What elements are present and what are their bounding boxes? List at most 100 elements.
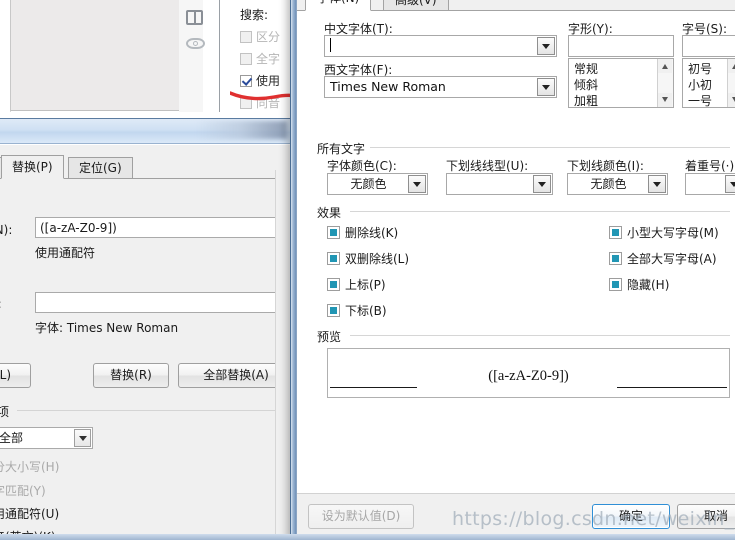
- font-style-listbox[interactable]: 常规 倾斜 加粗: [568, 58, 674, 108]
- background-option-label: 使用: [256, 74, 281, 88]
- window-bottom-edge: [0, 534, 735, 540]
- find-what-label: 容(N):: [0, 223, 13, 237]
- effects-group-title: 效果: [317, 204, 347, 221]
- replace-with-note: 字体: Times New Roman: [35, 321, 179, 335]
- checkbox-subscript[interactable]: 下标(B): [327, 302, 387, 319]
- font-dialog-tabstrip: 字体(N) 高级(V): [297, 0, 735, 11]
- underline-color-combo[interactable]: 无颜色: [567, 173, 668, 195]
- tab-goto[interactable]: 定位(G): [68, 157, 133, 178]
- effects-group-rule: [350, 211, 730, 212]
- emphasis-mark-combo[interactable]: [685, 173, 735, 195]
- tab-font[interactable]: 字体(N): [305, 0, 372, 11]
- option-match-case[interactable]: 分大小写(H): [0, 458, 59, 475]
- find-replace-body: 替换(P) 定位(G) 容(N): ([a-zA-Z0-9]) 使用通配符 ):…: [0, 144, 291, 539]
- font-dialog-inner: 字体(N) 高级(V) 中文字体(T): 西文字体(F): Times New …: [296, 0, 735, 539]
- chinese-font-input[interactable]: [324, 35, 557, 57]
- checkbox-sounds-like[interactable]: [240, 96, 252, 109]
- find-what-input[interactable]: ([a-zA-Z0-9]): [35, 217, 291, 238]
- cancel-button[interactable]: 取消: [677, 504, 735, 529]
- checkbox-indicator[interactable]: [609, 226, 622, 239]
- font-dialog-content: 字体(N) 高级(V) 中文字体(T): 西文字体(F): Times New …: [297, 0, 735, 539]
- set-as-default-button[interactable]: 设为默认值(D): [308, 504, 414, 529]
- less-button[interactable]: 少(L): [0, 363, 31, 388]
- checkbox-small-caps[interactable]: 小型大写字母(M): [609, 224, 719, 241]
- scroll-up-icon[interactable]: [728, 59, 735, 73]
- preview-left-rule: [330, 387, 417, 388]
- background-app-window: 搜索: 区分 全字 使用 同音: [0, 0, 293, 122]
- split-panel-icon[interactable]: [186, 10, 203, 25]
- replace-button[interactable]: 替换(R): [93, 363, 169, 388]
- background-search-pane: 搜索: 区分 全字 使用 同音: [222, 0, 292, 112]
- font-size-input[interactable]: [682, 35, 735, 57]
- eye-icon[interactable]: [186, 38, 205, 49]
- emphasis-mark-label: 着重号(·):: [685, 159, 735, 173]
- font-style-input[interactable]: [568, 35, 674, 57]
- underline-style-combo[interactable]: [446, 173, 553, 195]
- font-style-scrollbar[interactable]: [657, 59, 673, 107]
- option-use-wildcards[interactable]: 用通配符(U): [0, 505, 59, 522]
- checkbox-indicator[interactable]: [327, 226, 340, 239]
- checkbox-indicator[interactable]: [327, 278, 340, 291]
- checkbox-indicator[interactable]: [327, 252, 340, 265]
- checkbox-strikethrough[interactable]: 删除线(K): [327, 224, 398, 241]
- font-size-scrollbar[interactable]: [727, 59, 735, 107]
- tab-replace[interactable]: 替换(P): [1, 155, 64, 179]
- latin-font-input[interactable]: Times New Roman: [324, 76, 557, 98]
- background-option-label: 全字: [256, 52, 281, 66]
- checkbox-use-wildcards[interactable]: [240, 74, 252, 87]
- chevron-down-icon[interactable]: [537, 37, 555, 55]
- preview-group-rule: [350, 335, 730, 336]
- checkbox-hidden[interactable]: 隐藏(H): [609, 276, 669, 293]
- ok-button[interactable]: 确定: [592, 504, 670, 529]
- checkbox-all-caps[interactable]: 全部大写字母(A): [609, 250, 717, 267]
- font-preview-sample: ([a-zA-Z0-9]): [488, 368, 569, 384]
- preview-group-title: 预览: [317, 328, 347, 345]
- tab-advanced[interactable]: 高级(V): [383, 0, 449, 10]
- find-what-note: 使用通配符: [35, 246, 96, 260]
- option-whole-word[interactable]: 字匹配(Y): [0, 482, 46, 499]
- chevron-down-icon[interactable]: [537, 78, 555, 96]
- chevron-down-icon[interactable]: [408, 175, 426, 193]
- checkbox-label: 双删除线(L): [345, 252, 410, 266]
- scroll-down-icon[interactable]: [658, 93, 672, 107]
- font-color-value: 无颜色: [350, 177, 387, 191]
- background-option-label: 同音: [256, 96, 281, 110]
- chevron-down-icon[interactable]: [533, 175, 551, 193]
- background-icon-column: [186, 10, 216, 49]
- checkbox-superscript[interactable]: 上标(P): [327, 276, 386, 293]
- underline-color-label: 下划线颜色(I):: [567, 159, 644, 173]
- chevron-down-icon[interactable]: [725, 175, 735, 193]
- checkbox-whole-word[interactable]: [240, 52, 252, 65]
- background-option-row[interactable]: 区分: [240, 28, 292, 45]
- latin-font-value: Times New Roman: [330, 79, 446, 94]
- replace-with-input[interactable]: [35, 292, 291, 313]
- background-option-row[interactable]: 同音: [240, 94, 292, 111]
- search-scope-combo[interactable]: 全部: [0, 427, 93, 449]
- chevron-down-icon[interactable]: [648, 175, 666, 193]
- checkbox-match-case[interactable]: [240, 30, 252, 43]
- background-option-row[interactable]: 全字: [240, 50, 292, 67]
- scroll-down-icon[interactable]: [728, 93, 735, 107]
- checkbox-indicator[interactable]: [609, 278, 622, 291]
- font-color-label: 字体颜色(C):: [327, 159, 397, 173]
- background-option-row[interactable]: 使用: [240, 72, 292, 89]
- checkbox-indicator[interactable]: [327, 304, 340, 317]
- checkbox-label: 小型大写字母(M): [627, 226, 719, 240]
- search-scope-value: 全部: [0, 431, 24, 445]
- find-replace-titlebar[interactable]: 找: [0, 119, 291, 144]
- chevron-down-icon[interactable]: [74, 429, 91, 447]
- checkbox-label: 上标(P): [345, 278, 386, 292]
- font-size-listbox[interactable]: 初号 小初 一号: [682, 58, 735, 108]
- checkbox-indicator[interactable]: [609, 252, 622, 265]
- checkbox-double-strikethrough[interactable]: 双删除线(L): [327, 250, 409, 267]
- all-text-group-rule: [370, 147, 730, 148]
- checkbox-label: 删除线(K): [345, 226, 399, 240]
- find-replace-scrollbar[interactable]: [275, 170, 291, 539]
- find-replace-dialog: 找 替换(P) 定位(G) 容(N): ([a-zA-Z0-9]) 使用通配符 …: [0, 118, 292, 540]
- checkbox-label: 全部大写字母(A): [627, 252, 717, 266]
- background-search-label: 搜索:: [240, 8, 269, 22]
- search-options-group-title: 项: [0, 403, 9, 420]
- font-color-combo[interactable]: 无颜色: [327, 173, 428, 195]
- replace-with-label: ):: [0, 297, 2, 311]
- scroll-up-icon[interactable]: [658, 59, 672, 73]
